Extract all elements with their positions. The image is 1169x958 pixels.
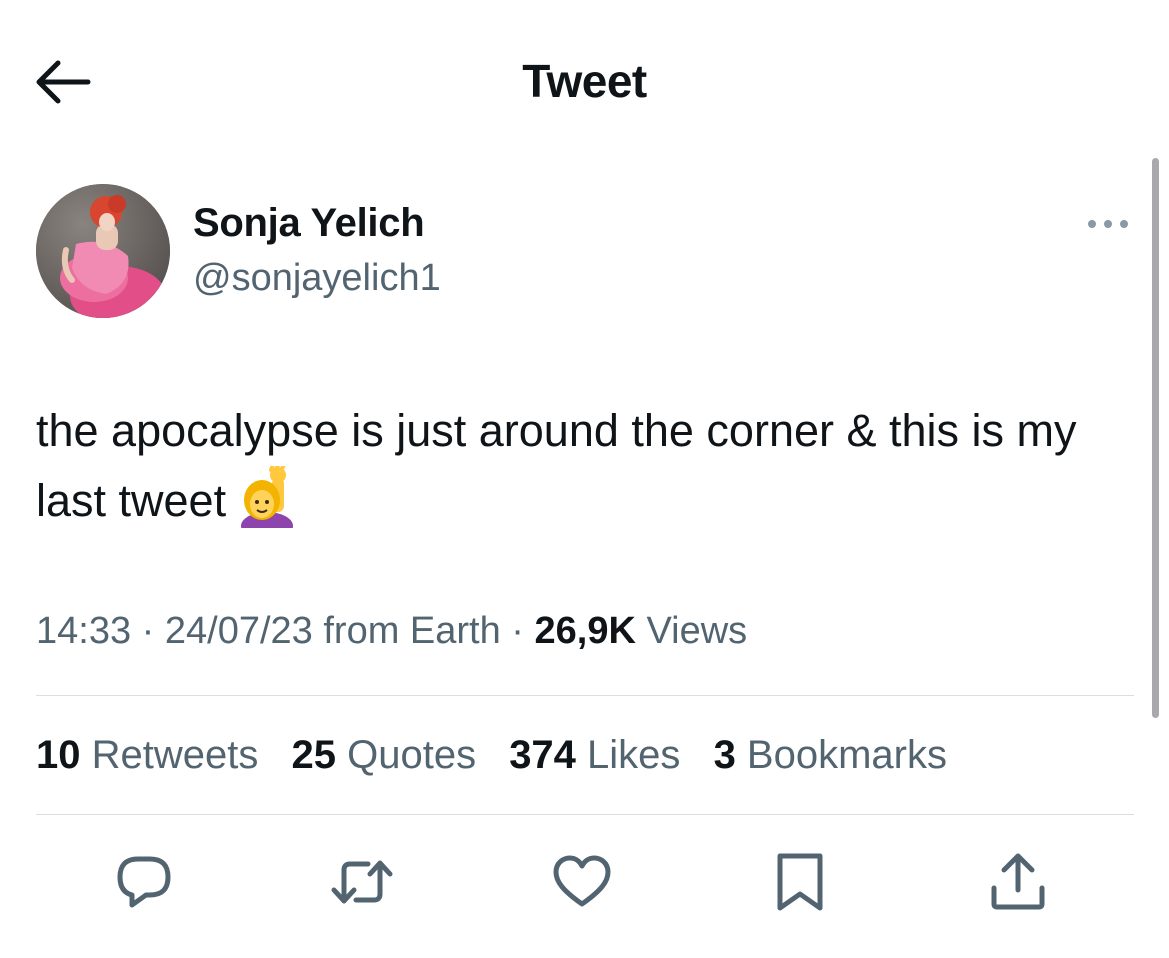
retweet-icon: [331, 860, 393, 904]
quotes-stat[interactable]: 25 Quotes: [291, 733, 476, 777]
share-icon: [991, 853, 1045, 910]
divider: [36, 695, 1134, 696]
quotes-label: Quotes: [335, 733, 477, 777]
author-display-name[interactable]: Sonja Yelich: [193, 201, 425, 246]
views-count: 26,9K: [534, 610, 636, 652]
tweet-text: the apocalypse is just around the corner…: [36, 396, 1126, 548]
meta-separator: ·: [131, 610, 165, 652]
engagement-stats: 10 Retweets 25 Quotes 374 Likes 3 Bookma…: [36, 733, 969, 778]
retweet-button[interactable]: [330, 850, 394, 914]
bookmarks-label: Bookmarks: [735, 733, 947, 777]
avatar[interactable]: [36, 184, 170, 318]
more-options-button[interactable]: [1084, 212, 1132, 236]
scrollbar[interactable]: [1152, 158, 1159, 718]
tweet-meta: 14:33 · 24/07/23 from Earth · 26,9K View…: [36, 610, 747, 653]
author-handle[interactable]: @sonjayelich1: [193, 257, 441, 300]
likes-count: 374: [509, 733, 576, 777]
tweet-source: from Earth: [312, 610, 501, 652]
retweets-label: Retweets: [80, 733, 259, 777]
reply-icon: [117, 856, 171, 908]
quotes-count: 25: [291, 733, 336, 777]
bookmarks-count: 3: [713, 733, 736, 777]
like-icon: [553, 855, 611, 907]
more-horizontal-icon: [1088, 220, 1128, 228]
woman-raising-hand-emoji: [238, 461, 296, 548]
likes-stat[interactable]: 374 Likes: [509, 733, 680, 777]
retweets-stat[interactable]: 10 Retweets: [36, 733, 258, 777]
tweet-body: the apocalypse is just around the corner…: [36, 405, 1077, 526]
likes-label: Likes: [575, 733, 681, 777]
like-button[interactable]: [550, 850, 614, 914]
tweet-date[interactable]: 24/07/23: [165, 610, 313, 652]
views-label: Views: [635, 610, 748, 652]
divider: [36, 814, 1134, 815]
page-title: Tweet: [522, 55, 647, 107]
tweet-time[interactable]: 14:33: [36, 610, 131, 652]
bookmarks-stat[interactable]: 3 Bookmarks: [714, 733, 947, 777]
top-bar: Tweet: [0, 0, 1169, 160]
share-button[interactable]: [986, 850, 1050, 914]
reply-button[interactable]: [112, 850, 176, 914]
meta-separator: ·: [500, 610, 535, 652]
bookmark-icon: [777, 853, 823, 911]
retweets-count: 10: [36, 733, 81, 777]
bookmark-button[interactable]: [768, 850, 832, 914]
